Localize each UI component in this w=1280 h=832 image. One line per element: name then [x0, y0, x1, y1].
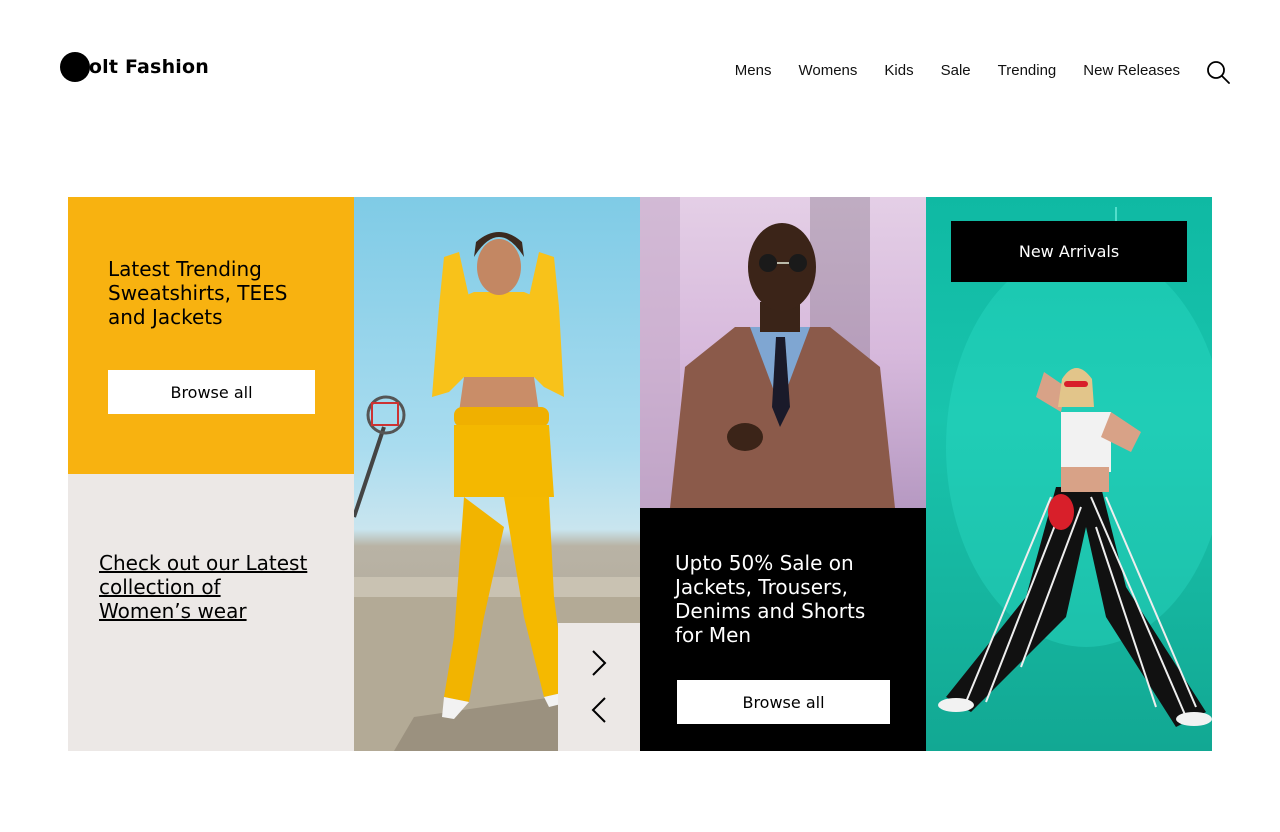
promo-column: Latest Trending Sweatshirts, TEES and Ja…	[68, 197, 354, 751]
brand-name: Aolt Fashion	[74, 56, 209, 78]
chevron-left-icon[interactable]	[587, 696, 611, 724]
new-arrivals-button[interactable]: New Arrivals	[951, 221, 1187, 282]
browse-all-button[interactable]: Browse all	[677, 680, 890, 724]
nav-item-trending[interactable]: Trending	[998, 62, 1057, 79]
browse-all-button[interactable]: Browse all	[108, 370, 315, 414]
nav-item-sale[interactable]: Sale	[941, 62, 971, 79]
nav-item-kids[interactable]: Kids	[884, 62, 913, 79]
promo-card-mens-sale: Upto 50% Sale on Jackets, Trousers, Deni…	[640, 508, 926, 751]
promo-headline: Latest Trending Sweatshirts, TEES and Ja…	[108, 257, 288, 329]
brand-logo[interactable]: Aolt Fashion	[60, 52, 209, 82]
logo-mark	[60, 52, 90, 82]
photo-woman-striped-trousers: New Arrivals	[926, 197, 1212, 751]
promo-headline: Upto 50% Sale on Jackets, Trousers, Deni…	[675, 551, 866, 647]
promo-card-womens: Check out our Latest collection of Women…	[68, 474, 354, 751]
womens-collection-link[interactable]: Check out our Latest collection of Women…	[99, 551, 319, 623]
nav-item-womens[interactable]: Womens	[798, 62, 857, 79]
man-illustration	[640, 197, 895, 508]
nav-item-new-releases[interactable]: New Releases	[1083, 62, 1180, 79]
hero-grid: Latest Trending Sweatshirts, TEES and Ja…	[68, 197, 1212, 751]
promo-card-trending: Latest Trending Sweatshirts, TEES and Ja…	[68, 197, 354, 474]
photo-man-leather-jacket	[640, 197, 926, 508]
chevron-right-icon[interactable]	[587, 649, 611, 677]
search-icon[interactable]	[1206, 60, 1230, 84]
carousel-controls	[558, 623, 640, 751]
brand-rest: olt Fashion	[88, 56, 209, 78]
nav-item-mens[interactable]: Mens	[735, 62, 772, 79]
mens-column: Upto 50% Sale on Jackets, Trousers, Deni…	[640, 197, 926, 751]
main-nav: Mens Womens Kids Sale Trending New Relea…	[735, 62, 1180, 79]
